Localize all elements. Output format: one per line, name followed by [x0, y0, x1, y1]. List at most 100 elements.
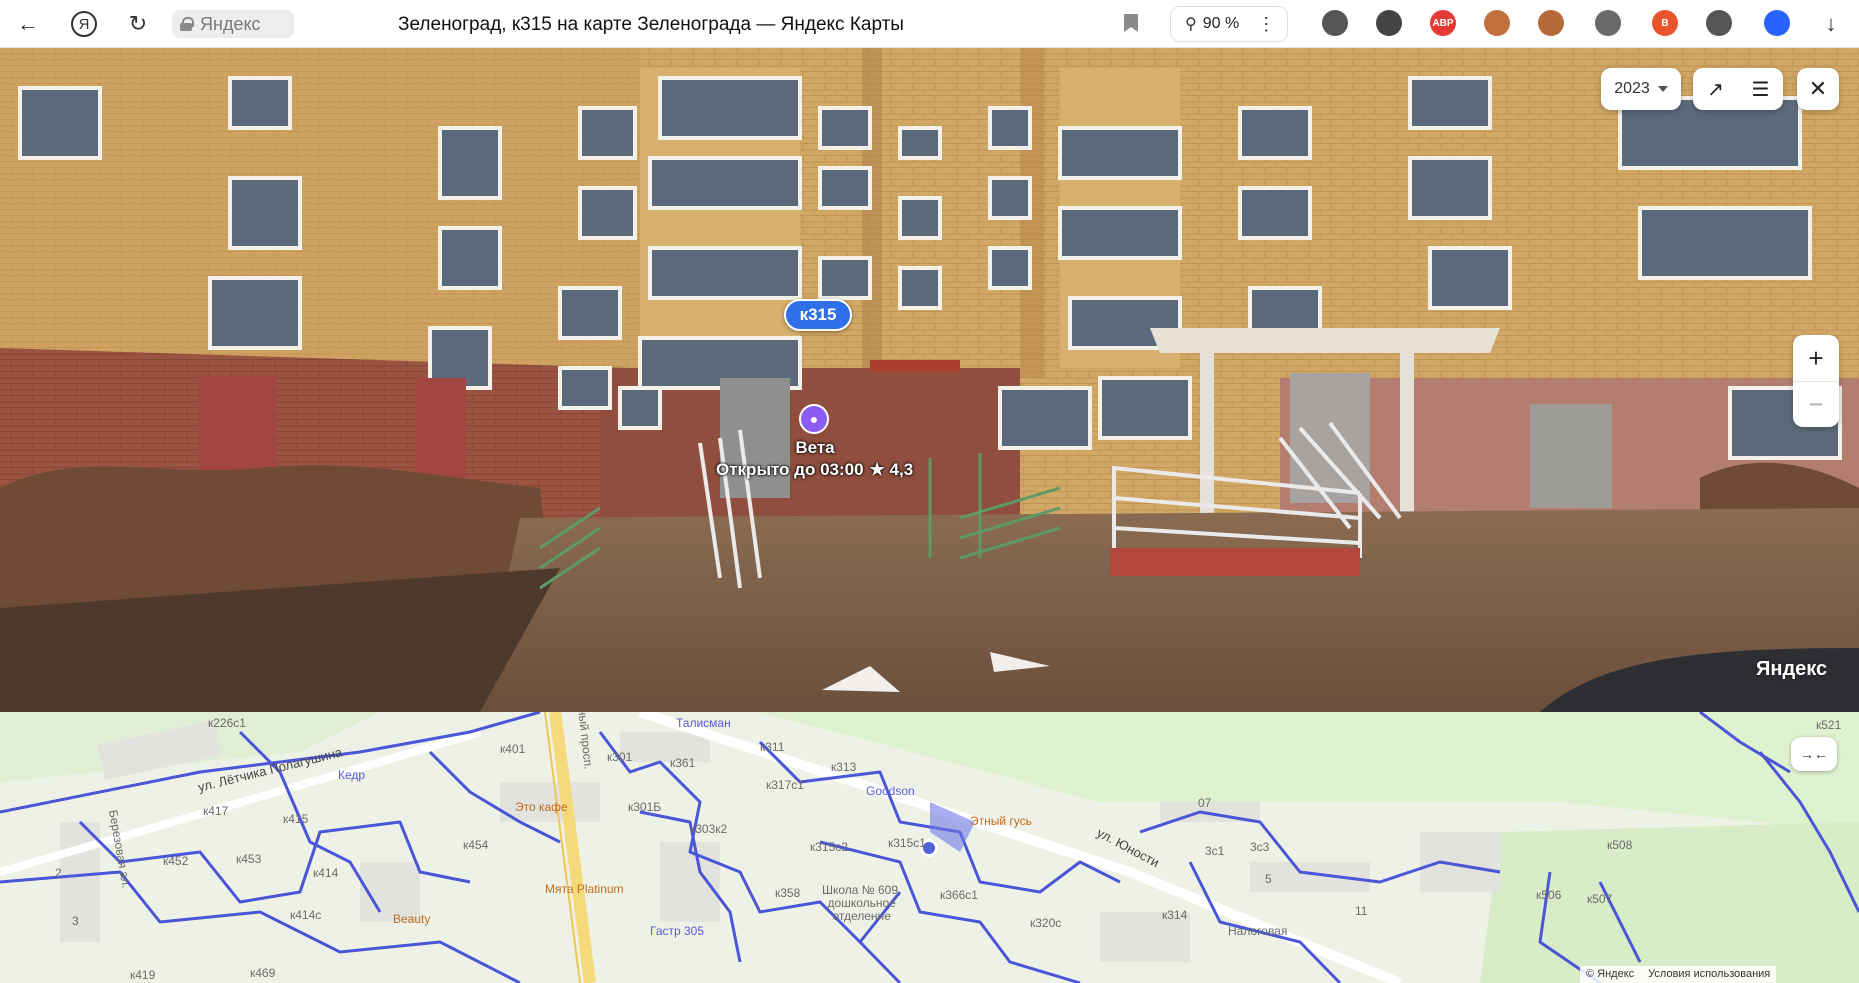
ext-shield-icon[interactable]: [1376, 10, 1402, 36]
building-window: [648, 246, 802, 300]
building-window: [658, 76, 802, 140]
zoom-in-button[interactable]: +: [1793, 335, 1839, 381]
poi-hours: Открыто до 03:00: [716, 460, 864, 479]
map-label-beauty[interactable]: Beauty: [393, 912, 430, 926]
map-label-k313: к313: [831, 760, 857, 774]
map-canvas[interactable]: [0, 712, 1859, 983]
building-window: [578, 186, 637, 240]
collapse-map-button[interactable]: →←: [1791, 737, 1837, 771]
download-icon[interactable]: ↓: [1815, 8, 1847, 40]
building-window: [898, 266, 942, 310]
map-label-talisman[interactable]: Талисман: [676, 716, 731, 730]
map-label-k521: к521: [1816, 718, 1842, 732]
map-label-kedr[interactable]: Кедр: [338, 768, 365, 782]
year-select[interactable]: 2023: [1601, 68, 1681, 110]
map-label-n3c1: 3с1: [1205, 844, 1225, 858]
map-label-n11: 11: [1355, 904, 1368, 918]
yandex-logo-icon[interactable]: Я: [68, 8, 100, 40]
building-window: [818, 106, 872, 150]
close-icon: ✕: [1808, 76, 1828, 101]
collapse-icon: →←: [1800, 746, 1828, 762]
map-label-k469: к469: [250, 966, 276, 980]
building-window: [818, 256, 872, 300]
building-window: [988, 246, 1032, 290]
map-label-school: Школа № 609, дошкольное отделение: [822, 883, 902, 923]
building-window: [1408, 76, 1492, 130]
zoom-out-button[interactable]: −: [1793, 381, 1839, 427]
panorama-brand: Яндекс: [1756, 658, 1828, 680]
ext-b-icon[interactable]: B: [1652, 10, 1678, 36]
ext-avatar-icon[interactable]: [1484, 10, 1510, 36]
ext-hat-icon[interactable]: [1595, 10, 1621, 36]
building-window: [898, 126, 942, 160]
map-label-gastro[interactable]: Гастр 305: [650, 924, 704, 938]
map-label-n2: 2: [55, 866, 62, 880]
terms-link[interactable]: Условия использования: [1648, 968, 1770, 981]
building-window: [988, 176, 1032, 220]
building-window: [558, 286, 622, 340]
zoom-indicator[interactable]: ⚲ 90 % ⋮: [1170, 6, 1288, 42]
map-label-k366: к366с1: [940, 888, 978, 902]
open-external-icon[interactable]: ↗: [1693, 68, 1738, 110]
map-label-k301b: к301Б: [628, 800, 662, 814]
map-label-n07: 07: [1198, 796, 1212, 810]
building-window: [228, 176, 302, 250]
map-label-k301: к301: [607, 750, 633, 764]
menu-icon[interactable]: ☰: [1738, 68, 1783, 110]
map-label-k452: к452: [163, 854, 189, 868]
poi-name[interactable]: Вета: [760, 438, 870, 458]
map-label-eto_kafe[interactable]: Это кафе: [515, 800, 568, 814]
close-panorama-button[interactable]: ✕: [1797, 68, 1839, 110]
attribution-text: © Яндекс: [1586, 968, 1635, 980]
house-number-tag[interactable]: к315: [784, 299, 852, 331]
year-value: 2023: [1614, 80, 1650, 97]
building-window: [818, 166, 872, 210]
building-window: [618, 386, 662, 430]
map-label-k226c1: к226с1: [208, 716, 246, 730]
map-label-k361: к361: [670, 756, 696, 770]
more-vert-icon[interactable]: ⋮: [1257, 14, 1275, 35]
reload-icon[interactable]: ↻: [122, 8, 154, 40]
map-label-k454: к454: [463, 838, 489, 852]
building-window: [1098, 376, 1192, 440]
panorama-image[interactable]: [0, 48, 1859, 712]
address-bar[interactable]: Яндекс Зеленоград, к315 на карте Зеленог…: [172, 6, 1142, 42]
street-panorama[interactable]: 2023 ↗ ☰ ✕ + − к315 ● Вета Открыто до 03…: [0, 48, 1859, 712]
map-label-k358: к358: [775, 886, 801, 900]
map-label-k506: к506: [1536, 888, 1562, 902]
building-window: [1408, 156, 1492, 220]
map-label-n5: 5: [1265, 872, 1272, 886]
adblock-icon[interactable]: ABP: [1430, 10, 1456, 36]
paw-icon[interactable]: ●: [799, 404, 829, 434]
map-label-n3: 3: [72, 914, 79, 928]
map-label-k317: к317с1: [766, 778, 804, 792]
bookmark-icon[interactable]: [1124, 14, 1138, 32]
building-window: [578, 106, 637, 160]
lock-icon: [180, 17, 194, 31]
site-chip[interactable]: Яндекс: [172, 10, 294, 38]
map-label-k315c2: к315с2: [810, 840, 848, 854]
map-label-k303: к303к2: [690, 822, 728, 836]
map-label-k453: к453: [236, 852, 262, 866]
chevron-down-icon: [1657, 86, 1668, 92]
map-label-k414: к414: [313, 866, 339, 880]
building-window: [438, 126, 502, 200]
building-window: [1058, 206, 1182, 260]
map-label-goodson[interactable]: Goodson: [866, 784, 915, 798]
building-window: [988, 106, 1032, 150]
building-window: [18, 86, 102, 160]
map-view[interactable]: к226с1 ул. Лётчика Полагушина Кедр к401 к417…: [0, 712, 1859, 983]
ext-translate-icon[interactable]: [1764, 10, 1790, 36]
ext-avatar2-icon[interactable]: [1538, 10, 1564, 36]
ext-dog-icon[interactable]: [1322, 10, 1348, 36]
map-label-vkus[interactable]: Этный гусь: [970, 814, 1032, 828]
site-name: Яндекс: [200, 13, 261, 34]
building-window: [648, 156, 802, 210]
building-window: [898, 196, 942, 240]
map-label-myata[interactable]: Мята Platinum: [545, 882, 624, 896]
ext-puzzle-icon[interactable]: [1706, 10, 1732, 36]
map-label-k311: к311: [760, 740, 785, 754]
page-title: Зеленоград, к315 на карте Зеленограда — …: [398, 14, 904, 35]
back-arrow-icon[interactable]: ←: [12, 8, 44, 40]
map-label-n3c3: 3с3: [1250, 840, 1270, 854]
